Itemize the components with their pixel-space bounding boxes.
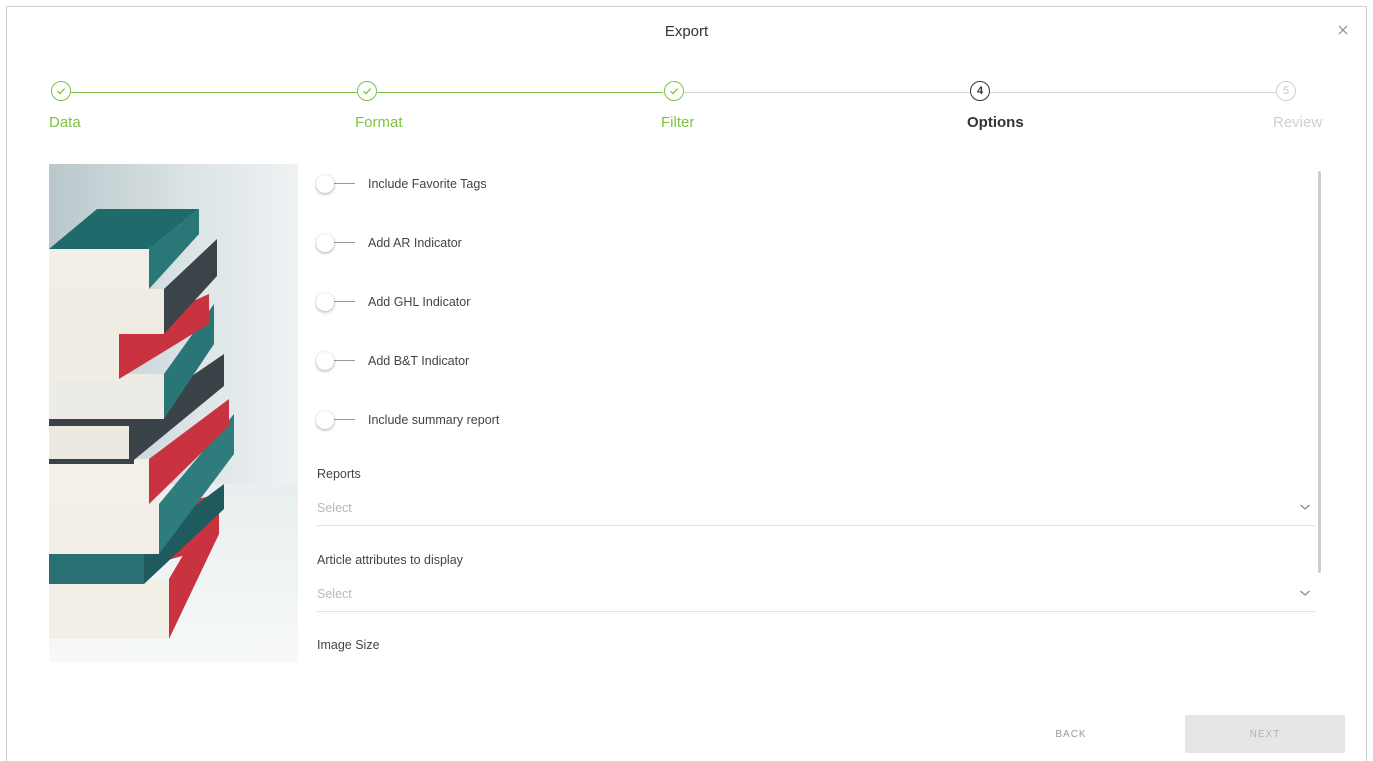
toggle-row-ghl-indicator: Add GHL Indicator xyxy=(315,290,470,314)
step-label-format[interactable]: Format xyxy=(355,114,403,131)
step-filter-check-icon[interactable] xyxy=(664,81,684,101)
toggle-label-bt-indicator: Add B&T Indicator xyxy=(368,354,470,368)
stepper: 4 5 Data Format Filter Options Review xyxy=(7,7,1368,147)
step-format-check-icon[interactable] xyxy=(357,81,377,101)
toggle-label-summary-report: Include summary report xyxy=(368,413,500,427)
image-size-label: Image Size xyxy=(317,638,380,652)
step-review-number: 5 xyxy=(1276,81,1296,101)
step-label-data[interactable]: Data xyxy=(49,114,81,131)
toggle-favorite-tags[interactable] xyxy=(315,174,355,194)
step-label-filter[interactable]: Filter xyxy=(661,114,694,131)
toggle-row-bt-indicator: Add B&T Indicator xyxy=(315,349,469,373)
article-attributes-placeholder: Select xyxy=(317,587,352,601)
next-button[interactable]: NEXT xyxy=(1185,715,1345,753)
export-dialog: Export 4 5 Data Format Filter Options Re… xyxy=(6,6,1367,761)
step-options-number: 4 xyxy=(970,81,990,101)
stepper-line-4 xyxy=(990,92,1276,93)
stepper-line-3 xyxy=(684,92,970,93)
toggle-row-ar-indicator: Add AR Indicator xyxy=(315,231,462,255)
options-scrollbar[interactable] xyxy=(1318,171,1321,573)
toggle-bt-indicator[interactable] xyxy=(315,351,355,371)
step-label-options: Options xyxy=(967,114,1024,131)
toggle-label-ghl-indicator: Add GHL Indicator xyxy=(368,295,471,309)
books-stack-image xyxy=(49,164,298,662)
chevron-down-icon xyxy=(1300,504,1310,510)
stepper-line-2 xyxy=(377,92,663,93)
reports-select[interactable]: Select xyxy=(317,493,1315,526)
toggle-row-summary-report: Include summary report xyxy=(315,408,499,432)
stepper-line-1 xyxy=(71,92,357,93)
chevron-down-icon xyxy=(1300,590,1310,596)
toggle-ar-indicator[interactable] xyxy=(315,233,355,253)
toggle-label-ar-indicator: Add AR Indicator xyxy=(368,236,462,250)
toggle-label-favorite-tags: Include Favorite Tags xyxy=(368,177,487,191)
toggle-ghl-indicator[interactable] xyxy=(315,292,355,312)
reports-label: Reports xyxy=(317,467,361,481)
step-label-review: Review xyxy=(1273,114,1323,131)
options-form: Include Favorite Tags Add AR Indicator A… xyxy=(315,165,1315,675)
toggle-summary-report[interactable] xyxy=(315,410,355,430)
article-attributes-select[interactable]: Select xyxy=(317,579,1315,612)
step-data-check-icon[interactable] xyxy=(51,81,71,101)
toggle-row-favorite-tags: Include Favorite Tags xyxy=(315,172,487,196)
reports-placeholder: Select xyxy=(317,501,352,515)
back-button[interactable]: BACK xyxy=(1030,715,1112,753)
article-attributes-label: Article attributes to display xyxy=(317,553,463,567)
